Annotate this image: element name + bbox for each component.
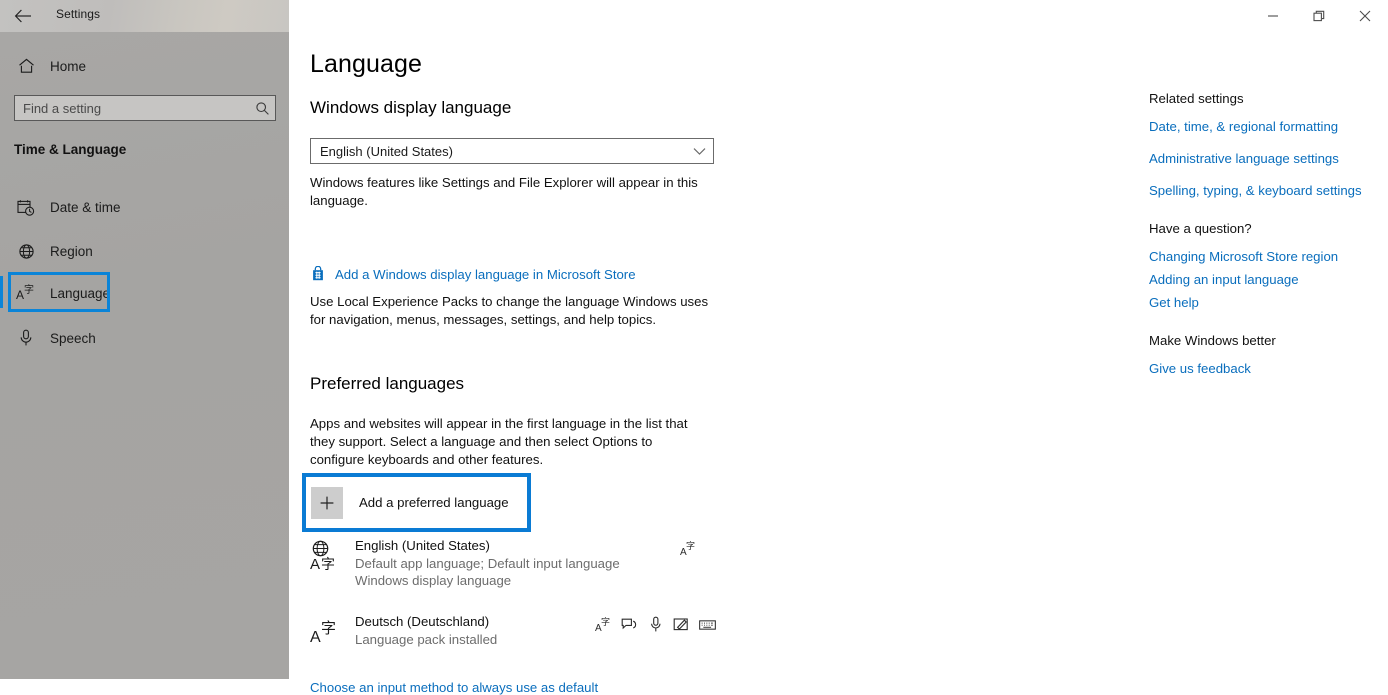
svg-text:A: A xyxy=(310,556,320,573)
sidebar-item-date-time[interactable]: Date & time xyxy=(0,190,289,224)
sidebar: Home Time & Language Date & time xyxy=(0,32,289,679)
related-settings-heading: Related settings xyxy=(1149,91,1244,106)
sidebar-item-language[interactable]: A 字 Language xyxy=(0,276,289,310)
language-meta-line: Default app language; Default input lang… xyxy=(355,556,620,571)
microphone-icon[interactable] xyxy=(647,616,664,633)
local-experience-packs-description: Use Local Experience Packs to change the… xyxy=(310,294,709,327)
list-item[interactable]: A 字 English (United States) Default app … xyxy=(310,537,710,595)
svg-text:字: 字 xyxy=(24,284,34,296)
page-title: Language xyxy=(310,50,423,78)
language-pack-icon: A 字 xyxy=(310,615,342,649)
search-box[interactable] xyxy=(14,95,276,121)
language-action-icons: A 字 xyxy=(680,540,697,557)
svg-text:字: 字 xyxy=(686,540,695,552)
language-name: English (United States) xyxy=(355,538,490,553)
speech-recognition-icon[interactable] xyxy=(621,616,638,633)
home-icon xyxy=(14,58,38,74)
have-a-question-heading: Have a question? xyxy=(1149,221,1252,236)
choose-input-method-link[interactable]: Choose an input method to always use as … xyxy=(310,680,598,695)
display-language-description: Windows features like Settings and File … xyxy=(310,175,698,208)
handwriting-pen-icon[interactable] xyxy=(673,616,690,633)
sidebar-item-label: Language xyxy=(50,285,111,301)
search-icon[interactable] xyxy=(249,101,275,116)
close-button[interactable] xyxy=(1342,0,1388,32)
language-meta-line: Windows display language xyxy=(355,573,512,588)
language-action-icons: A 字 xyxy=(595,616,716,633)
title-bar: Settings xyxy=(0,0,1388,32)
sidebar-item-label: Speech xyxy=(50,330,96,346)
sidebar-group-header: Time & Language xyxy=(14,142,127,157)
svg-text:A: A xyxy=(310,629,321,646)
sidebar-item-label: Home xyxy=(50,58,87,74)
related-settings-link[interactable]: Spelling, typing, & keyboard settings xyxy=(1149,182,1364,199)
have-a-question-link[interactable]: Changing Microsoft Store region xyxy=(1149,248,1364,265)
language-meta-line: Language pack installed xyxy=(355,632,498,647)
sidebar-item-home[interactable]: Home xyxy=(0,49,289,83)
store-language-link-row[interactable]: Add a Windows display language in Micros… xyxy=(310,266,636,282)
title-bar-left-region xyxy=(0,0,289,32)
store-language-link[interactable]: Add a Windows display language in Micros… xyxy=(335,267,636,282)
preferred-languages-heading: Preferred languages xyxy=(310,374,465,393)
language-a-icon: A 字 xyxy=(14,284,38,302)
svg-text:字: 字 xyxy=(321,557,335,573)
restore-button[interactable] xyxy=(1296,0,1342,32)
add-language-highlight-box xyxy=(302,473,531,532)
app-title: Settings xyxy=(56,7,101,21)
sidebar-item-region[interactable]: Region xyxy=(0,234,289,268)
language-name: Deutsch (Deutschland) xyxy=(355,614,490,629)
make-windows-better-group: Make Windows better Give us feedback xyxy=(1149,332,1364,377)
language-text-block: English (United States) Default app lang… xyxy=(355,537,620,589)
microsoft-store-icon xyxy=(310,266,326,282)
microphone-icon xyxy=(14,329,38,347)
search-input[interactable] xyxy=(15,96,249,120)
sidebar-item-label: Region xyxy=(50,243,93,259)
related-settings-group: Related settings Date, time, & regional … xyxy=(1149,90,1364,199)
language-text-block: Deutsch (Deutschland) Language pack inst… xyxy=(355,613,497,648)
display-language-heading: Windows display language xyxy=(310,98,512,117)
give-us-feedback-link[interactable]: Give us feedback xyxy=(1149,360,1364,377)
calendar-clock-icon xyxy=(14,199,38,216)
language-pack-icon[interactable]: A 字 xyxy=(595,616,612,633)
svg-text:字: 字 xyxy=(321,619,336,637)
svg-text:字: 字 xyxy=(601,616,610,628)
sidebar-accent-bar xyxy=(0,276,3,308)
have-a-question-link[interactable]: Get help xyxy=(1149,294,1364,311)
main-content: Language Windows display language Englis… xyxy=(289,32,1388,695)
language-pack-icon[interactable]: A 字 xyxy=(680,540,697,557)
list-item[interactable]: A 字 Deutsch (Deutschland) Language pack … xyxy=(310,613,716,655)
related-settings-link[interactable]: Date, time, & regional formatting xyxy=(1149,118,1364,135)
chevron-down-icon[interactable] xyxy=(685,147,713,156)
sidebar-item-speech[interactable]: Speech xyxy=(0,321,289,355)
minimize-button[interactable] xyxy=(1250,0,1296,32)
have-a-question-group: Have a question? Changing Microsoft Stor… xyxy=(1149,220,1364,311)
related-settings-link[interactable]: Administrative language settings xyxy=(1149,150,1364,167)
sidebar-item-label: Date & time xyxy=(50,199,121,215)
globe-icon xyxy=(14,243,38,260)
display-language-dropdown[interactable]: English (United States) xyxy=(310,138,714,164)
globe-language-pack-icon: A 字 xyxy=(310,539,342,573)
make-windows-better-heading: Make Windows better xyxy=(1149,333,1276,348)
right-panel: Related settings Date, time, & regional … xyxy=(1149,90,1364,398)
display-language-value: English (United States) xyxy=(320,143,453,159)
keyboard-icon[interactable] xyxy=(699,616,716,633)
have-a-question-link[interactable]: Adding an input language xyxy=(1149,271,1364,288)
back-arrow-icon[interactable] xyxy=(12,6,34,26)
window-controls xyxy=(1250,0,1388,32)
svg-text:A: A xyxy=(16,288,24,302)
preferred-languages-description: Apps and websites will appear in the fir… xyxy=(310,416,688,467)
